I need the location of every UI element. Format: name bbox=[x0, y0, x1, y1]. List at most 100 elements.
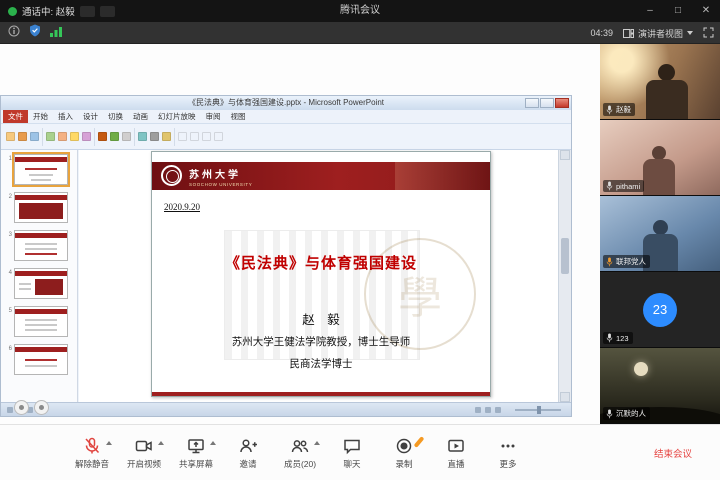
current-slide: 苏州大学 SOOCHOW UNIVERSITY 2020.9.20 學 《民法典… bbox=[151, 151, 491, 397]
participant-video-tile[interactable]: 赵毅 bbox=[600, 44, 720, 120]
person-silhouette bbox=[653, 220, 668, 235]
participant-video-tile[interactable]: 23 123 bbox=[600, 272, 720, 348]
mic-icon bbox=[606, 104, 613, 114]
ppt-scrollbar[interactable] bbox=[558, 150, 571, 402]
university-name-en: SOOCHOW UNIVERSITY bbox=[189, 182, 253, 187]
slide-thumbnail[interactable] bbox=[14, 306, 68, 337]
live-stream-icon bbox=[448, 439, 464, 452]
app-title: 腾讯会议 bbox=[340, 5, 380, 16]
participant-video-tile[interactable]: 沉默的人 bbox=[600, 348, 720, 424]
meeting-timer: 04:39 bbox=[590, 28, 613, 38]
university-name-cn: 苏州大学 bbox=[189, 170, 241, 181]
person-silhouette bbox=[652, 146, 666, 160]
person-silhouette bbox=[658, 64, 675, 81]
zoom-slider-knob[interactable] bbox=[537, 406, 541, 414]
moon-avatar bbox=[634, 362, 648, 376]
slide-thumbnail[interactable] bbox=[14, 192, 68, 223]
view-mode-label: 演讲者视图 bbox=[637, 28, 683, 39]
bottom-control-bar: 解除静音 开启视频 共享屏幕 邀请 成员(20) 聊天 录制 直播 更多 结束会… bbox=[0, 424, 720, 480]
mic-icon-active bbox=[606, 256, 613, 266]
ppt-ribbon-buttons[interactable] bbox=[1, 124, 571, 150]
meeting-toolbar: 04:39 演讲者视图 bbox=[0, 22, 720, 44]
members-button[interactable]: 成员(20) bbox=[274, 436, 326, 470]
mic-icon bbox=[606, 181, 613, 191]
ppt-tab-animations[interactable]: 动画 bbox=[128, 110, 153, 123]
ppt-maximize-button[interactable] bbox=[540, 98, 554, 108]
shared-screen: 《民法典》与体育强国建设.pptx - Microsoft PowerPoint… bbox=[0, 44, 600, 424]
participants-panel: 赵毅 pithami 联邦党人 23 123 沉默的人 bbox=[600, 44, 720, 424]
layout-icon bbox=[622, 28, 634, 38]
slide-date: 2020.9.20 bbox=[164, 202, 200, 212]
participant-name: 联邦党人 bbox=[616, 257, 646, 266]
view-mode-selector[interactable]: 演讲者视图 bbox=[622, 27, 693, 40]
ppt-slide-pane: 1 2 3 4 5 6 bbox=[1, 150, 78, 402]
end-meeting-button[interactable]: 结束会议 bbox=[654, 446, 692, 460]
camera-icon bbox=[135, 440, 152, 451]
slide-thumbnail[interactable] bbox=[14, 344, 68, 375]
info-icon[interactable] bbox=[8, 24, 20, 42]
minimize-button[interactable]: – bbox=[636, 0, 664, 22]
person-silhouette bbox=[643, 159, 675, 195]
maximize-button[interactable]: □ bbox=[664, 0, 692, 22]
record-icon bbox=[396, 438, 412, 453]
ppt-tab-review[interactable]: 审阅 bbox=[201, 110, 226, 123]
fullscreen-icon[interactable] bbox=[703, 27, 714, 40]
annotation-tool-button[interactable] bbox=[14, 400, 29, 415]
chevron-up-icon[interactable] bbox=[106, 440, 112, 445]
slide-thumbnail[interactable] bbox=[12, 152, 70, 187]
ppt-tab-home[interactable]: 开始 bbox=[28, 110, 53, 123]
ppt-ribbon-tabs: 文件 开始 插入 设计 切换 动画 幻灯片放映 审阅 视图 bbox=[1, 110, 571, 124]
security-shield-icon[interactable] bbox=[29, 24, 41, 42]
members-icon bbox=[291, 439, 309, 452]
unmute-button[interactable]: 解除静音 bbox=[66, 436, 118, 470]
university-logo bbox=[161, 165, 182, 186]
ppt-tab-file[interactable]: 文件 bbox=[3, 110, 28, 123]
person-silhouette bbox=[646, 80, 688, 119]
titlebar: 通话中: 赵毅 腾讯会议 – □ ✕ bbox=[0, 0, 720, 22]
avatar: 23 bbox=[643, 292, 677, 327]
participant-name: pithami bbox=[616, 181, 641, 191]
slide-thumbnail[interactable] bbox=[14, 268, 68, 299]
ppt-status-bar bbox=[1, 402, 571, 416]
participant-video-tile[interactable]: 联邦党人 bbox=[600, 196, 720, 272]
scrollbar-thumb[interactable] bbox=[561, 238, 569, 274]
ppt-titlebar: 《民法典》与体育强国建设.pptx - Microsoft PowerPoint bbox=[1, 96, 571, 110]
ppt-tab-view[interactable]: 视图 bbox=[226, 110, 251, 123]
annotation-tool-button[interactable] bbox=[34, 400, 49, 415]
chevron-up-icon[interactable] bbox=[158, 440, 164, 445]
share-screen-icon bbox=[188, 438, 204, 453]
mic-icon bbox=[606, 408, 613, 418]
chevron-up-icon[interactable] bbox=[314, 440, 320, 445]
participant-video-tile[interactable]: pithami bbox=[600, 120, 720, 196]
share-screen-button[interactable]: 共享屏幕 bbox=[170, 436, 222, 470]
record-button[interactable]: 录制 bbox=[378, 435, 430, 470]
ppt-tab-insert[interactable]: 插入 bbox=[53, 110, 78, 123]
invite-icon bbox=[240, 438, 257, 452]
ppt-tab-transitions[interactable]: 切换 bbox=[103, 110, 128, 123]
scroll-up-button[interactable] bbox=[560, 150, 570, 160]
participant-name: 赵毅 bbox=[616, 105, 631, 114]
start-video-button[interactable]: 开启视频 bbox=[118, 436, 170, 470]
powerpoint-window: 《民法典》与体育强国建设.pptx - Microsoft PowerPoint… bbox=[0, 95, 572, 417]
invite-button[interactable]: 邀请 bbox=[222, 436, 274, 470]
slide-banner: 苏州大学 SOOCHOW UNIVERSITY bbox=[152, 162, 490, 190]
close-button[interactable]: ✕ bbox=[692, 0, 720, 22]
ppt-tab-slideshow[interactable]: 幻灯片放映 bbox=[153, 110, 201, 123]
slide-thumbnail[interactable] bbox=[14, 230, 68, 261]
ppt-window-title: 《民法典》与体育强国建设.pptx - Microsoft PowerPoint bbox=[187, 98, 385, 107]
ppt-close-button[interactable] bbox=[555, 98, 569, 108]
slide-footer-bar bbox=[152, 392, 490, 396]
chat-button[interactable]: 聊天 bbox=[326, 436, 378, 470]
mic-icon bbox=[606, 333, 613, 343]
more-dots-icon bbox=[501, 444, 515, 447]
participant-name: 123 bbox=[616, 333, 629, 343]
scroll-down-button[interactable] bbox=[560, 392, 570, 402]
chat-icon bbox=[344, 439, 360, 454]
ppt-tab-design[interactable]: 设计 bbox=[78, 110, 103, 123]
chevron-up-icon[interactable] bbox=[210, 440, 216, 445]
ppt-minimize-button[interactable] bbox=[525, 98, 539, 108]
live-stream-button[interactable]: 直播 bbox=[430, 436, 482, 470]
slide-affiliation: 苏州大学王健法学院教授，博士生导师 bbox=[231, 337, 411, 348]
more-button[interactable]: 更多 bbox=[482, 436, 534, 470]
slide-degree: 民商法学博士 bbox=[289, 359, 353, 370]
